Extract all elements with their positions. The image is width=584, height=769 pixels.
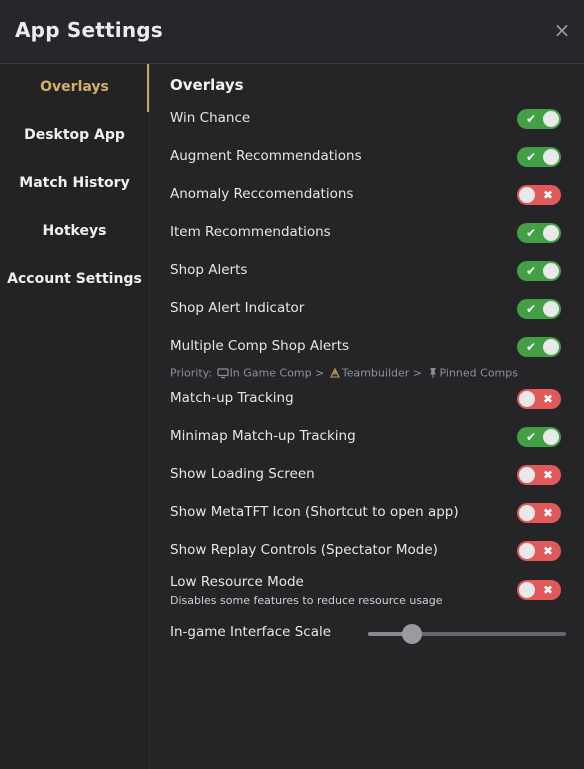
section-title: Overlays <box>170 76 244 94</box>
toggle-knob <box>543 429 559 445</box>
setting-label: Match-up Tracking <box>170 390 294 406</box>
setting-row-multiple-comp-shop-alerts: Multiple Comp Shop Alerts ✔ <box>170 334 564 360</box>
teambuilder-icon <box>329 367 340 378</box>
setting-row-shop-alerts: Shop Alerts ✔ <box>170 258 564 284</box>
match-up-tracking-toggle[interactable]: ✖ <box>517 389 561 409</box>
setting-row-item-recommendations: Item Recommendations ✔ <box>170 220 564 246</box>
interface-scale-slider[interactable] <box>368 624 566 644</box>
setting-label: Minimap Match-up Tracking <box>170 428 356 444</box>
x-icon: ✖ <box>542 544 554 558</box>
x-icon: ✖ <box>542 392 554 406</box>
priority-order: Priority: In Game Comp > Teambuilder > P… <box>170 366 518 380</box>
sidebar-item-desktop-app[interactable]: Desktop App <box>0 115 149 155</box>
setting-label: Shop Alerts <box>170 262 248 278</box>
setting-label: Anomaly Reccomendations <box>170 186 354 202</box>
sidebar-item-label: Hotkeys <box>42 223 107 239</box>
setting-description: Disables some features to reduce resourc… <box>170 594 443 607</box>
monitor-icon <box>216 368 229 379</box>
check-icon: ✔ <box>525 430 537 444</box>
shop-alerts-toggle[interactable]: ✔ <box>517 261 561 281</box>
setting-label: Augment Recommendations <box>170 148 362 164</box>
setting-row-low-resource-mode: Low Resource Mode Disables some features… <box>170 570 564 612</box>
sidebar-item-account-settings[interactable]: Account Settings <box>0 259 149 299</box>
sidebar-item-label: Desktop App <box>24 127 125 143</box>
toggle-knob <box>519 582 535 598</box>
shop-alert-indicator-toggle[interactable]: ✔ <box>517 299 561 319</box>
multiple-comp-shop-alerts-toggle[interactable]: ✔ <box>517 337 561 357</box>
setting-label: Win Chance <box>170 110 251 126</box>
toggle-knob <box>519 543 535 559</box>
check-icon: ✔ <box>525 112 537 126</box>
priority-prefix: Priority: <box>170 366 213 380</box>
priority-separator: > <box>315 366 325 380</box>
check-icon: ✔ <box>525 226 537 240</box>
priority-item-label: Teambuilder <box>341 366 410 380</box>
sidebar-item-label: Overlays <box>40 79 109 95</box>
sidebar-item-label: Account Settings <box>7 271 142 287</box>
priority-item-label: In Game Comp <box>229 366 312 380</box>
setting-row-win-chance: Win Chance ✔ <box>170 106 564 132</box>
sidebar-item-overlays[interactable]: Overlays <box>0 64 149 112</box>
setting-row-show-replay-controls: Show Replay Controls (Spectator Mode) ✖ <box>170 538 564 564</box>
toggle-knob <box>519 467 535 483</box>
toggle-knob <box>519 187 535 203</box>
sidebar-item-label: Match History <box>19 175 130 191</box>
setting-row-show-loading-screen: Show Loading Screen ✖ <box>170 462 564 488</box>
priority-separator: > <box>412 366 422 380</box>
toggle-knob <box>543 339 559 355</box>
title-bar: App Settings × <box>0 0 584 64</box>
overlays-panel: Overlays Win Chance ✔ Augment Recommenda… <box>150 64 584 769</box>
show-replay-controls-toggle[interactable]: ✖ <box>517 541 561 561</box>
slider-handle[interactable] <box>401 624 422 644</box>
low-resource-mode-toggle[interactable]: ✖ <box>517 580 561 600</box>
setting-label: Show Replay Controls (Spectator Mode) <box>170 542 438 558</box>
toggle-knob <box>519 391 535 407</box>
check-icon: ✔ <box>525 264 537 278</box>
toggle-knob <box>543 111 559 127</box>
x-icon: ✖ <box>542 188 554 202</box>
x-icon: ✖ <box>542 583 554 597</box>
setting-row-show-metatft-icon: Show MetaTFT Icon (Shortcut to open app)… <box>170 500 564 526</box>
setting-row-match-up-tracking: Match-up Tracking ✖ <box>170 386 564 412</box>
pin-icon <box>429 368 436 378</box>
interface-scale-label: In-game Interface Scale <box>170 624 332 640</box>
active-indicator <box>147 64 149 112</box>
anomaly-reccomendations-toggle[interactable]: ✖ <box>517 185 561 205</box>
setting-label: Show Loading Screen <box>170 466 315 482</box>
check-icon: ✔ <box>525 340 537 354</box>
sidebar-item-match-history[interactable]: Match History <box>0 163 149 203</box>
toggle-knob <box>543 301 559 317</box>
sidebar-item-hotkeys[interactable]: Hotkeys <box>0 211 149 251</box>
setting-row-minimap-match-up-tracking: Minimap Match-up Tracking ✔ <box>170 424 564 450</box>
check-icon: ✔ <box>525 150 537 164</box>
sidebar: Overlays Desktop App Match History Hotke… <box>0 64 150 769</box>
setting-row-anomaly-reccomendations: Anomaly Reccomendations ✖ <box>170 182 564 208</box>
check-icon: ✔ <box>525 302 537 316</box>
show-loading-screen-toggle[interactable]: ✖ <box>517 465 561 485</box>
setting-row-augment-recommendations: Augment Recommendations ✔ <box>170 144 564 170</box>
x-icon: ✖ <box>542 468 554 482</box>
setting-label: Item Recommendations <box>170 224 331 240</box>
win-chance-toggle[interactable]: ✔ <box>517 109 561 129</box>
setting-row-shop-alert-indicator: Shop Alert Indicator ✔ <box>170 296 564 322</box>
toggle-knob <box>543 149 559 165</box>
priority-item-label: Pinned Comps <box>439 366 518 380</box>
show-metatft-icon-toggle[interactable]: ✖ <box>517 503 561 523</box>
setting-label: Low Resource Mode <box>170 574 304 590</box>
settings-window: App Settings × Overlays Desktop App Matc… <box>0 0 584 769</box>
window-title: App Settings <box>15 18 163 42</box>
toggle-knob <box>543 225 559 241</box>
toggle-knob <box>519 505 535 521</box>
item-recommendations-toggle[interactable]: ✔ <box>517 223 561 243</box>
close-icon[interactable]: × <box>552 20 572 40</box>
toggle-knob <box>543 263 559 279</box>
minimap-match-up-tracking-toggle[interactable]: ✔ <box>517 427 561 447</box>
x-icon: ✖ <box>542 506 554 520</box>
setting-label: Shop Alert Indicator <box>170 300 305 316</box>
setting-label: Show MetaTFT Icon (Shortcut to open app) <box>170 504 459 520</box>
setting-label: Multiple Comp Shop Alerts <box>170 338 350 354</box>
augment-recommendations-toggle[interactable]: ✔ <box>517 147 561 167</box>
